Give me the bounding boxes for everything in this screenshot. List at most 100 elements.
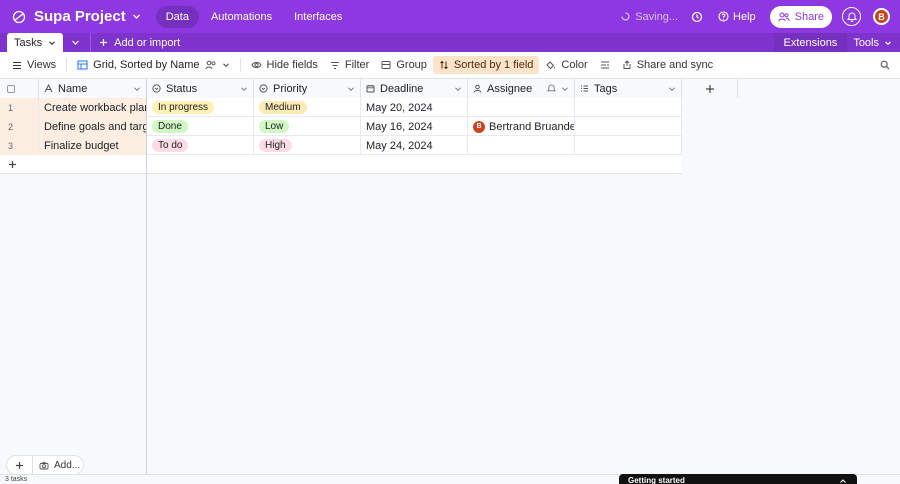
view-toolbar: Views Grid, Sorted by Name Hide fields F…: [0, 52, 900, 79]
nav-automations[interactable]: Automations: [201, 6, 282, 28]
text-field-icon: [44, 84, 53, 93]
chevron-down-icon[interactable]: [668, 85, 676, 93]
name-cell[interactable]: Define goals and targets: [39, 117, 147, 136]
column-header-deadline[interactable]: Deadline: [361, 79, 468, 98]
table-row[interactable]: 3 Finalize budget To do High May 24, 202…: [0, 136, 682, 155]
assignee-chip: B Bertrand Bruandet: [473, 120, 575, 133]
column-name-label: Assignee: [487, 82, 533, 95]
sort-icon: [440, 60, 448, 70]
saving-status: Saving...: [621, 11, 678, 23]
table-row[interactable]: 1 Create workback plan In progress Mediu…: [0, 98, 682, 117]
spinner-icon: [621, 12, 630, 21]
single-select-icon: [259, 84, 268, 93]
menu-icon: [13, 61, 21, 69]
frozen-column-divider[interactable]: [146, 79, 147, 474]
column-header-assignee[interactable]: Assignee: [468, 79, 575, 98]
tab-tasks[interactable]: Tasks: [7, 33, 64, 52]
filter-icon: [330, 61, 339, 69]
tab-tasks-label: Tasks: [14, 36, 43, 49]
column-header-name[interactable]: Name: [39, 79, 147, 98]
chevron-down-icon[interactable]: [48, 39, 56, 47]
assignee-cell[interactable]: B Bertrand Bruandet: [468, 117, 575, 136]
help-icon: [718, 11, 729, 22]
tools-button[interactable]: Tools: [853, 37, 900, 49]
history-icon[interactable]: [690, 10, 704, 24]
column-name-label: Name: [58, 82, 88, 95]
row-number: 2: [0, 117, 39, 136]
user-avatar[interactable]: B: [873, 8, 890, 25]
tags-cell[interactable]: [575, 117, 682, 136]
name-cell[interactable]: Create workback plan: [39, 98, 147, 117]
views-toggle-button[interactable]: Views: [6, 56, 62, 74]
assignee-cell[interactable]: [468, 98, 575, 117]
chevron-down-icon[interactable]: [347, 85, 355, 93]
avatar: B: [473, 120, 485, 133]
record-count: 3 tasks: [5, 476, 28, 483]
filter-button[interactable]: Filter: [324, 56, 375, 74]
status-cell[interactable]: Done: [147, 117, 254, 136]
priority-cell[interactable]: Medium: [254, 98, 361, 117]
nav-interfaces[interactable]: Interfaces: [284, 6, 352, 28]
name-cell[interactable]: Finalize budget: [39, 136, 147, 155]
priority-cell[interactable]: High: [254, 136, 361, 155]
add-or-import-button[interactable]: Add or import: [90, 33, 180, 52]
share-and-sync-label: Share and sync: [636, 59, 714, 71]
column-header-status[interactable]: Status: [147, 79, 254, 98]
tags-cell[interactable]: [575, 136, 682, 155]
top-nav: Data Automations Interfaces: [155, 5, 353, 28]
bell-icon[interactable]: [547, 83, 556, 93]
add-options-button[interactable]: Add...: [33, 460, 80, 471]
assignee-name: Bertrand Bruandet: [489, 120, 575, 133]
add-row-button[interactable]: [0, 155, 682, 174]
deadline-cell[interactable]: May 16, 2024: [361, 117, 468, 136]
add-record-button[interactable]: [7, 455, 33, 475]
assignee-cell[interactable]: [468, 136, 575, 155]
priority-cell[interactable]: Low: [254, 117, 361, 136]
deadline-cell[interactable]: May 24, 2024: [361, 136, 468, 155]
share-and-sync-button[interactable]: Share and sync: [616, 56, 719, 74]
notifications-button[interactable]: [842, 7, 861, 26]
share-arrow-icon: [623, 60, 631, 69]
chevron-down-icon[interactable]: [240, 85, 248, 93]
top-bar: Supa Project Data Automations Interfaces…: [0, 0, 900, 33]
table-row[interactable]: 2 Define goals and targets Done Low May …: [0, 117, 682, 136]
base-name-label: Supa Project: [34, 8, 126, 25]
collaborators-icon: [205, 60, 215, 70]
view-name: Grid, Sorted by Name: [93, 59, 200, 71]
status-badge: To do: [152, 139, 189, 152]
row-height-button[interactable]: [594, 57, 616, 73]
add-field-button[interactable]: [682, 79, 738, 98]
color-button[interactable]: Color: [539, 56, 593, 74]
chevron-down-icon[interactable]: [133, 85, 141, 93]
deadline-cell[interactable]: May 20, 2024: [361, 98, 468, 117]
search-icon[interactable]: [880, 60, 890, 70]
all-tables-chevron-icon[interactable]: [71, 33, 80, 52]
hide-fields-button[interactable]: Hide fields: [245, 56, 324, 74]
select-all-checkbox[interactable]: [7, 84, 15, 93]
help-button[interactable]: Help: [712, 11, 762, 23]
column-header-priority[interactable]: Priority: [254, 79, 361, 98]
base-name[interactable]: Supa Project: [34, 8, 141, 25]
multi-select-icon: [581, 85, 588, 92]
getting-started-panel[interactable]: Getting started: [619, 474, 857, 484]
logo-icon[interactable]: [12, 10, 26, 24]
chevron-down-icon: [885, 40, 891, 45]
chevron-up-icon[interactable]: [839, 478, 847, 484]
eye-off-icon: [250, 61, 262, 69]
nav-data[interactable]: Data: [155, 5, 199, 28]
calendar-icon: [366, 85, 375, 93]
sort-button[interactable]: Sorted by 1 field: [432, 56, 540, 74]
chevron-down-icon[interactable]: [454, 85, 462, 93]
group-button[interactable]: Group: [375, 56, 433, 74]
view-switcher[interactable]: Grid, Sorted by Name: [71, 56, 235, 74]
tags-cell[interactable]: [575, 98, 682, 117]
chevron-down-icon[interactable]: [561, 85, 569, 93]
status-cell[interactable]: In progress: [147, 98, 254, 117]
color-label: Color: [561, 59, 588, 71]
share-label: Share: [794, 10, 824, 23]
group-icon: [381, 61, 391, 69]
share-button[interactable]: Share: [769, 5, 832, 28]
column-header-tags[interactable]: Tags: [575, 79, 682, 98]
extensions-button[interactable]: Extensions: [773, 33, 848, 52]
status-cell[interactable]: To do: [147, 136, 254, 155]
